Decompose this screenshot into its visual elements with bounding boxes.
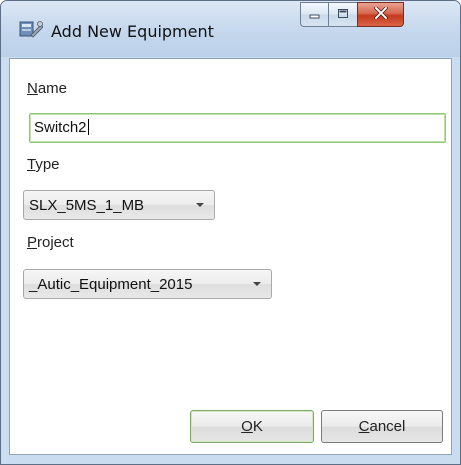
name-input[interactable]: Switch2	[29, 113, 446, 143]
name-label: Name	[27, 80, 68, 97]
maximize-icon	[337, 7, 349, 22]
text-caret	[87, 119, 89, 135]
minimize-icon	[309, 7, 321, 22]
ok-button[interactable]: OK	[190, 410, 314, 443]
caption-buttons	[300, 2, 404, 28]
minimize-button[interactable]	[300, 2, 328, 27]
type-label: Type	[27, 156, 60, 173]
project-dropdown[interactable]: _Autic_Equipment_2015	[23, 269, 272, 299]
chevron-down-icon	[253, 282, 261, 286]
dialog-window: Add New Equipment Name Switch2 Type SLX_…	[0, 0, 461, 465]
type-dropdown[interactable]: SLX_5MS_1_MB	[23, 190, 215, 220]
chevron-down-icon	[196, 203, 204, 207]
project-label: Project	[27, 234, 74, 251]
close-icon	[373, 6, 388, 22]
window-title: Add New Equipment	[51, 22, 214, 41]
cancel-button[interactable]: Cancel	[321, 410, 443, 443]
title-bar[interactable]: Add New Equipment	[1, 1, 460, 57]
close-button[interactable]	[357, 2, 404, 27]
maximize-button[interactable]	[328, 2, 357, 27]
equipment-app-icon	[19, 19, 44, 39]
